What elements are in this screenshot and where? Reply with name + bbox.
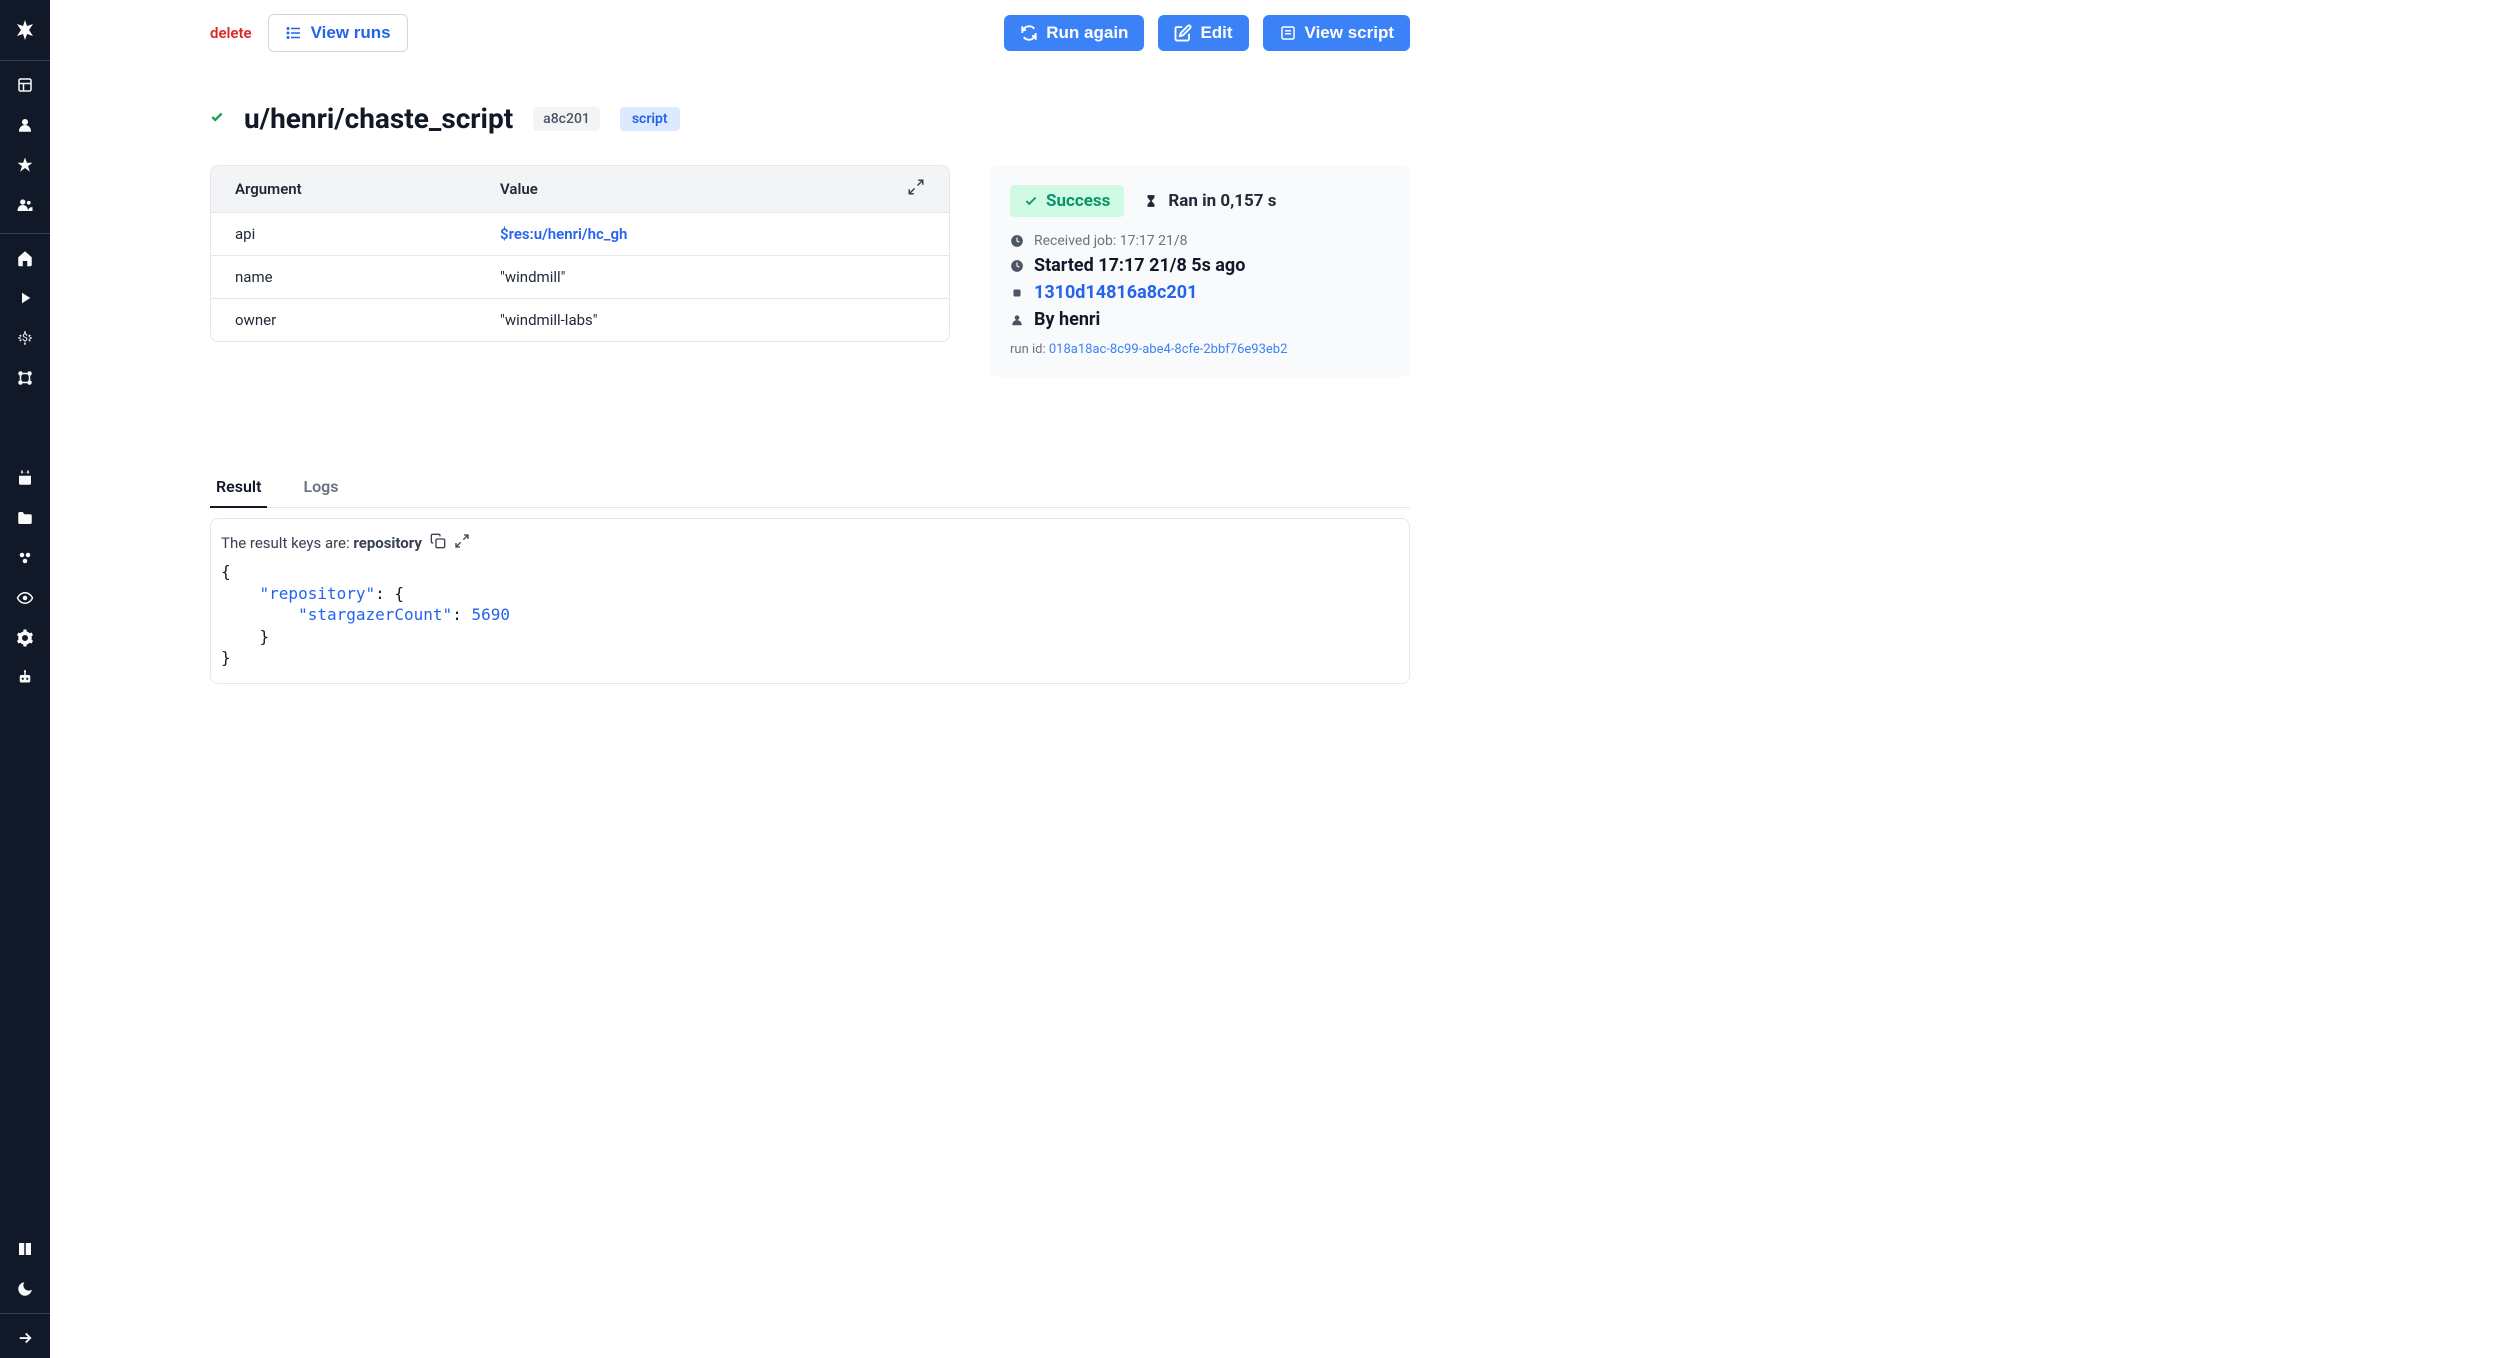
arg-value: "windmill-labs" — [500, 311, 925, 329]
col-header-value: Value — [500, 180, 907, 198]
copy-icon[interactable] — [430, 533, 446, 553]
result-panel: The result keys are: repository { "repos… — [210, 518, 1410, 684]
edit-label: Edit — [1200, 23, 1232, 43]
run-id-label: run id: — [1010, 342, 1049, 357]
expand-icon[interactable] — [454, 533, 470, 553]
main-content: delete View runs Run again Edit View scr… — [50, 0, 1450, 1358]
arg-value-link[interactable]: $res:u/henri/hc_gh — [500, 225, 925, 243]
sidebar-item-home[interactable] — [0, 238, 50, 278]
edit-icon — [1174, 24, 1192, 42]
type-badge: script — [620, 107, 680, 131]
sidebar: $ — [0, 0, 50, 1358]
col-header-argument: Argument — [235, 180, 500, 198]
arg-name: name — [235, 268, 500, 286]
result-keys-line: The result keys are: repository — [221, 533, 1399, 553]
arg-name: api — [235, 225, 500, 243]
clock-icon — [1010, 234, 1024, 248]
page-title: u/henri/chaste_script — [244, 102, 513, 135]
started-text: Started 17:17 21/8 5s ago — [1034, 255, 1245, 276]
result-keys-prefix: The result keys are: — [221, 534, 353, 552]
tab-result[interactable]: Result — [210, 467, 267, 508]
result-json: { "repository": { "stargazerCount": 5690… — [221, 561, 1399, 669]
svg-text:$: $ — [22, 331, 28, 344]
sidebar-item-resources[interactable] — [0, 358, 50, 398]
sidebar-item-groups[interactable] — [0, 538, 50, 578]
tabs: Result Logs — [210, 467, 1410, 508]
success-badge: Success — [1010, 185, 1124, 217]
hourglass-icon — [1144, 193, 1158, 209]
topbar: delete View runs Run again Edit View scr… — [210, 14, 1410, 52]
ran-in: Ran in 0,157 s — [1144, 191, 1276, 211]
hash-badge: a8c201 — [533, 107, 600, 131]
edit-button[interactable]: Edit — [1158, 15, 1248, 51]
arg-value: "windmill" — [500, 268, 925, 286]
job-link[interactable]: 1310d14816a8c201 — [1034, 282, 1197, 303]
arguments-table: Argument Value api $res:u/henri/hc_gh na… — [210, 165, 950, 342]
sidebar-item-user[interactable] — [0, 105, 50, 145]
user-icon — [1010, 313, 1024, 327]
run-again-button[interactable]: Run again — [1004, 15, 1144, 51]
list-icon — [285, 24, 303, 42]
view-script-label: View script — [1305, 23, 1394, 43]
ran-in-label: Ran in 0,157 s — [1168, 191, 1276, 211]
sidebar-item-settings[interactable] — [0, 618, 50, 658]
table-row: name "windmill" — [211, 255, 949, 298]
job-link-line: 1310d14816a8c201 — [1010, 282, 1390, 303]
result-keys-value: repository — [353, 534, 422, 552]
success-label: Success — [1046, 191, 1110, 211]
expand-icon[interactable] — [907, 178, 925, 200]
sidebar-item-runs[interactable] — [0, 278, 50, 318]
sidebar-item-docs[interactable] — [0, 1229, 50, 1269]
success-check-icon — [210, 109, 224, 128]
sidebar-item-star[interactable] — [0, 145, 50, 185]
sidebar-item-workspace[interactable] — [0, 65, 50, 105]
by-line: By henri — [1010, 309, 1390, 330]
run-id-line: run id: 018a18ac-8c99-abe4-8cfe-2bbf76e9… — [1010, 342, 1390, 357]
table-row: api $res:u/henri/hc_gh — [211, 212, 949, 255]
received-text: Received job: 17:17 21/8 — [1034, 233, 1187, 249]
received-line: Received job: 17:17 21/8 — [1010, 233, 1390, 249]
sidebar-item-bot[interactable] — [0, 658, 50, 698]
sidebar-item-users[interactable] — [0, 185, 50, 225]
delete-link[interactable]: delete — [210, 24, 252, 42]
view-runs-button[interactable]: View runs — [268, 14, 408, 52]
chip-icon — [1010, 286, 1024, 300]
table-row: owner "windmill-labs" — [211, 298, 949, 341]
arg-name: owner — [235, 311, 500, 329]
sidebar-item-collapse[interactable] — [0, 1318, 50, 1358]
sidebar-item-audit[interactable] — [0, 578, 50, 618]
title-row: u/henri/chaste_script a8c201 script — [210, 102, 1410, 135]
refresh-icon — [1020, 24, 1038, 42]
run-id-link[interactable]: 018a18ac-8c99-abe4-8cfe-2bbf76e93eb2 — [1049, 342, 1288, 357]
tab-logs[interactable]: Logs — [297, 467, 344, 508]
view-runs-label: View runs — [311, 23, 391, 43]
clock-icon — [1010, 259, 1024, 273]
sidebar-item-variables[interactable]: $ — [0, 318, 50, 358]
check-icon — [1024, 194, 1038, 208]
by-text: By henri — [1034, 309, 1100, 330]
sidebar-item-schedules[interactable] — [0, 458, 50, 498]
run-again-label: Run again — [1046, 23, 1128, 43]
started-line: Started 17:17 21/8 5s ago — [1010, 255, 1390, 276]
view-script-button[interactable]: View script — [1263, 15, 1410, 51]
status-panel: Success Ran in 0,157 s Received job: 17:… — [990, 165, 1410, 377]
sidebar-item-folders[interactable] — [0, 498, 50, 538]
logo-icon[interactable] — [13, 18, 37, 42]
script-icon — [1279, 24, 1297, 42]
sidebar-item-darkmode[interactable] — [0, 1269, 50, 1309]
